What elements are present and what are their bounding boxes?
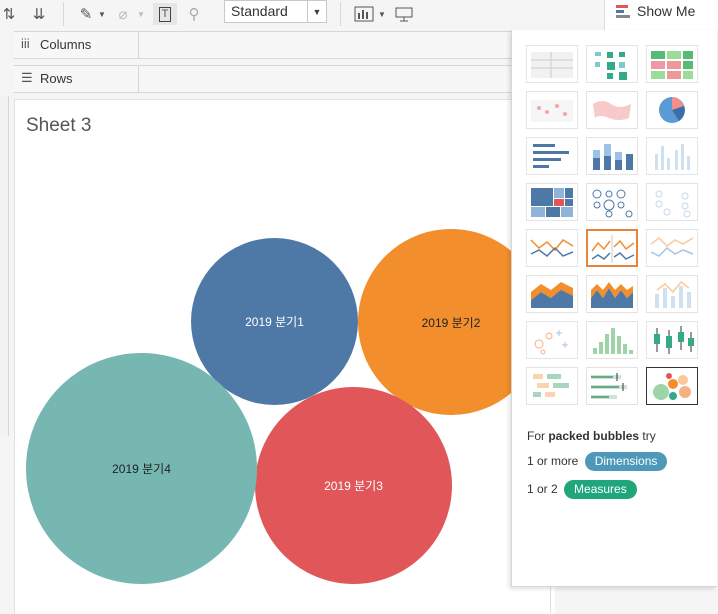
chevron-down-icon[interactable]: ▼	[377, 3, 387, 25]
show-me-tab[interactable]: Show Me	[604, 0, 718, 30]
continuous-lines-icon	[530, 239, 574, 257]
area-continuous-icon	[531, 282, 573, 308]
side-by-side-bars-icon	[655, 144, 690, 170]
show-me-icon	[616, 5, 630, 18]
chart-type-packed-bubbles-thumbnail[interactable]	[646, 367, 698, 405]
sheet-title[interactable]: Sheet 3	[26, 115, 92, 137]
rows-shelf-caption: ☰ Rows	[14, 66, 139, 92]
chart-type-pie-chart-thumbnail[interactable]	[646, 91, 698, 129]
circle-views-icon	[592, 189, 633, 218]
chart-type-bullet-graph-thumbnail[interactable]	[586, 367, 638, 405]
chart-type-gantt-chart-thumbnail[interactable]	[526, 367, 578, 405]
presentation-icon[interactable]	[393, 3, 415, 25]
hint-suffix: try	[639, 429, 656, 443]
chart-type-circle-views-thumbnail[interactable]	[586, 183, 638, 221]
horizontal-bars-icon	[533, 144, 569, 168]
chart-type-text-table-thumbnail[interactable]	[526, 45, 578, 83]
chart-type-area-continuous-thumbnail[interactable]	[526, 275, 578, 313]
chart-type-continuous-lines-thumbnail[interactable]	[526, 229, 578, 267]
chart-type-filled-map-thumbnail[interactable]	[586, 91, 638, 129]
chart-type-icon[interactable]	[352, 3, 376, 25]
chart-type-discrete-lines-thumbnail[interactable]	[586, 229, 638, 267]
show-me-label: Show Me	[637, 3, 696, 19]
side-by-side-circles-icon	[655, 190, 691, 218]
pin-icon[interactable]: ⚲	[184, 3, 204, 25]
show-me-hint: For packed bubbles try	[527, 429, 656, 443]
left-pane-edge[interactable]	[0, 96, 9, 436]
columns-label: Columns	[40, 37, 92, 52]
treemap-icon	[531, 188, 573, 217]
scatter-plot-icon	[534, 330, 568, 355]
measures-prefix: 1 or 2	[527, 482, 558, 496]
chevron-down-icon[interactable]: ▼	[136, 3, 146, 25]
fit-select-value: Standard	[231, 3, 288, 19]
chevron-down-icon: ▼	[307, 1, 326, 22]
chart-type-horizontal-bars-thumbnail[interactable]	[526, 137, 578, 175]
toolbar: ⇅ ⇊ ✎ ▼ ⌀ ▼ T ⚲ Standard ▼ ▼ Show Me	[0, 0, 718, 30]
bullet-graph-icon	[591, 373, 627, 399]
text-table-icon	[531, 52, 573, 78]
chart-type-side-by-side-bars-thumbnail[interactable]	[646, 137, 698, 175]
rows-shelf[interactable]: ☰ Rows	[14, 65, 554, 93]
dimensions-pill: Dimensions	[584, 452, 668, 471]
dimensions-prefix: 1 or more	[527, 454, 579, 468]
bubble-quarter-4[interactable]: 2019 분기4	[26, 353, 257, 584]
chart-type-scatter-plot-thumbnail[interactable]	[526, 321, 578, 359]
columns-shelf-caption: iii Columns	[14, 32, 139, 58]
columns-icon: iii	[21, 36, 30, 51]
measures-pill: Measures	[564, 480, 637, 499]
chart-type-dual-lines-thumbnail[interactable]	[646, 229, 698, 267]
dimensions-requirement: 1 or more Dimensions	[527, 452, 668, 471]
stacked-bars-icon	[593, 144, 633, 170]
chart-type-dual-combination-thumbnail[interactable]	[646, 275, 698, 313]
chart-type-treemap-thumbnail[interactable]	[526, 183, 578, 221]
hint-chart-name: packed bubbles	[548, 429, 640, 443]
bubble-label: 2019 분기1	[245, 315, 304, 329]
worksheet-view[interactable]: Sheet 3 2019 분기1 2019 분기2 2019 분기3 2019 …	[14, 99, 555, 614]
highlight-table-icon	[651, 51, 693, 79]
chart-type-box-and-whisker-thumbnail[interactable]	[646, 321, 698, 359]
text-label-icon[interactable]: T	[153, 3, 177, 25]
gantt-chart-icon	[533, 374, 569, 397]
chart-type-heat-map-thumbnail[interactable]	[586, 45, 638, 83]
paperclip-icon[interactable]: ⌀	[113, 3, 133, 25]
bubble-quarter-3[interactable]: 2019 분기3	[255, 387, 452, 584]
histogram-icon	[593, 328, 633, 354]
toolbar-divider	[63, 2, 64, 26]
chart-type-stacked-bars-thumbnail[interactable]	[586, 137, 638, 175]
bubble-label: 2019 분기4	[112, 462, 171, 476]
columns-shelf[interactable]: iii Columns	[14, 31, 554, 59]
heat-map-icon	[595, 52, 627, 80]
measures-requirement: 1 or 2 Measures	[527, 480, 637, 499]
discrete-lines-icon	[591, 235, 635, 263]
box-and-whisker-icon	[654, 326, 694, 354]
sort-descending-icon[interactable]: ⇊	[28, 3, 50, 25]
hint-prefix: For	[527, 429, 549, 443]
pie-chart-icon	[659, 97, 685, 123]
chart-type-symbol-map-thumbnail[interactable]	[526, 91, 578, 129]
dual-lines-icon	[650, 237, 694, 257]
show-me-panel: For packed bubbles try 1 or more Dimensi…	[511, 30, 717, 587]
chart-type-side-by-side-circles-thumbnail[interactable]	[646, 183, 698, 221]
chart-type-area-discrete-thumbnail[interactable]	[586, 275, 638, 313]
rows-icon: ☰	[21, 70, 33, 85]
rows-label: Rows	[40, 71, 73, 86]
chart-type-highlight-table-thumbnail[interactable]	[646, 45, 698, 83]
area-discrete-icon	[591, 282, 633, 308]
sort-ascending-icon[interactable]: ⇅	[0, 3, 18, 25]
fit-select[interactable]: Standard ▼	[224, 0, 327, 23]
packed-bubbles-icon	[653, 373, 691, 400]
bubble-label: 2019 분기2	[421, 315, 481, 330]
filled-map-icon	[593, 101, 631, 120]
symbol-map-icon	[531, 100, 573, 122]
dual-combination-icon	[655, 280, 691, 308]
chevron-down-icon[interactable]: ▼	[97, 3, 107, 25]
toolbar-divider	[340, 2, 341, 26]
highlight-icon[interactable]: ✎	[76, 3, 96, 25]
bubble-label: 2019 분기3	[324, 479, 383, 493]
chart-type-histogram-thumbnail[interactable]	[586, 321, 638, 359]
